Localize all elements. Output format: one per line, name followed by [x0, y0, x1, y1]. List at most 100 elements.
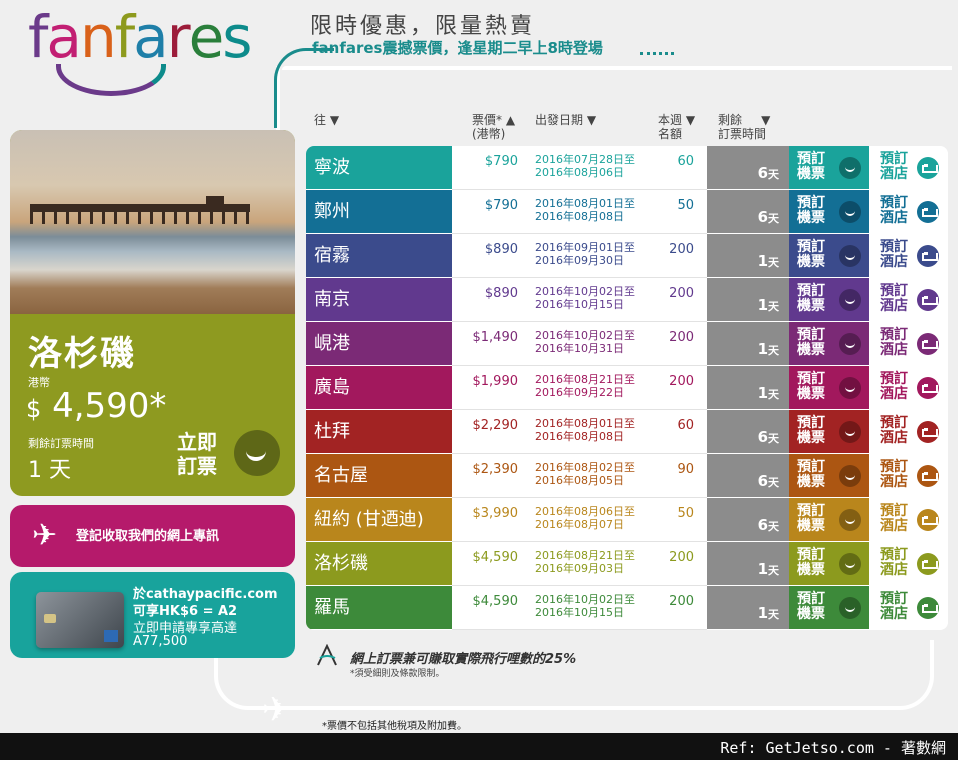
destination-link[interactable]: 洛杉磯	[306, 542, 452, 585]
remaining-time: 1天	[707, 542, 789, 585]
book-flight-button[interactable]: 預訂機票	[789, 498, 869, 541]
remaining-value: 1	[757, 340, 768, 358]
book-flight-button[interactable]: 預訂機票	[789, 366, 869, 409]
sort-price[interactable]: 票價* ▲ (港幣)	[472, 113, 515, 141]
featured-deal-panel: 洛杉磯 港幣 $ 4,590* 剩餘訂票時間 1 天 立即訂票	[10, 130, 295, 496]
fare-row: 洛杉磯 $4,590 2016年08月21日至 2016年09月03日 200 1天 預訂機…	[306, 542, 948, 586]
destination-link[interactable]: 寧波	[306, 146, 452, 189]
book-hotel-label: 預訂酒店	[880, 547, 908, 578]
fares-table: 寧波 $790 2016年07月28日至 2016年08月06日 60 6天 預訂機票 預訂酒…	[306, 146, 948, 630]
book-hotel-button[interactable]: 預訂酒店	[869, 454, 948, 497]
sort-remaining[interactable]: 剩餘 ▼ 訂票時間	[718, 113, 770, 141]
date-start: 2016年08月01日至	[535, 197, 635, 210]
book-hotel-button[interactable]: 預訂酒店	[869, 498, 948, 541]
featured-city: 洛杉磯	[28, 334, 136, 374]
book-hotel-label: 預訂酒店	[880, 239, 908, 270]
destination-link[interactable]: 杜拜	[306, 410, 452, 453]
book-hotel-label: 預訂酒店	[880, 591, 908, 622]
smile-icon	[839, 333, 861, 355]
bed-icon	[917, 421, 939, 443]
date-end: 2016年09月30日	[535, 254, 624, 267]
book-flight-button[interactable]: 預訂機票	[789, 454, 869, 497]
book-flight-button[interactable]: 預訂機票	[789, 190, 869, 233]
date-end: 2016年09月03日	[535, 562, 624, 575]
remaining-value: 6	[757, 208, 768, 226]
fare-row: 寧波 $790 2016年07月28日至 2016年08月06日 60 6天 預訂機票 預訂酒…	[306, 146, 948, 190]
remaining-time: 6天	[707, 454, 789, 497]
book-hotel-button[interactable]: 預訂酒店	[869, 366, 948, 409]
fare-price: $790	[484, 154, 518, 169]
bed-icon	[917, 509, 939, 531]
book-hotel-button[interactable]: 預訂酒店	[869, 586, 948, 629]
fare-price: $3,990	[472, 506, 519, 521]
fare-row: 紐約 (甘迺迪) $3,990 2016年08月06日至 2016年08月07日 50 6…	[306, 498, 948, 542]
destination-link[interactable]: 廣島	[306, 366, 452, 409]
sort-dates[interactable]: 出發日期 ▼	[535, 113, 596, 127]
fare-price: $790	[484, 198, 518, 213]
remaining-time: 1天	[707, 586, 789, 629]
book-hotel-label: 預訂酒店	[880, 195, 908, 226]
destination-link[interactable]: 宿霧	[306, 234, 452, 277]
logo-letter: e	[188, 3, 225, 71]
smile-icon[interactable]	[234, 430, 280, 476]
book-hotel-button[interactable]: 預訂酒店	[869, 190, 948, 233]
date-end: 2016年10月31日	[535, 342, 624, 355]
book-flight-button[interactable]: 預訂機票	[789, 234, 869, 277]
frame-line	[282, 66, 952, 70]
book-hotel-button[interactable]: 預訂酒店	[869, 234, 948, 277]
fare-row: 鄭州 $790 2016年08月01日至 2016年08月08日 50 6天 預訂機票 預訂酒…	[306, 190, 948, 234]
fare-row: 羅馬 $4,590 2016年10月02日至 2016年10月15日 200 1天 預訂機票…	[306, 586, 948, 630]
remaining-days: 1天	[758, 340, 779, 358]
bed-icon	[917, 465, 939, 487]
destination-link[interactable]: 南京	[306, 278, 452, 321]
book-hotel-button[interactable]: 預訂酒店	[869, 322, 948, 365]
book-hotel-label: 預訂酒店	[880, 371, 908, 402]
book-flight-button[interactable]: 預訂機票	[789, 410, 869, 453]
book-hotel-button[interactable]: 預訂酒店	[869, 410, 948, 453]
book-flight-button[interactable]: 預訂機票	[789, 146, 869, 189]
header-sublabel: (港幣)	[472, 127, 506, 141]
book-flight-label: 預訂機票	[797, 151, 825, 182]
row-divider	[452, 629, 707, 630]
remaining-time: 6天	[707, 498, 789, 541]
travel-dates: 2016年08月02日至 2016年08月05日	[535, 461, 635, 487]
date-start: 2016年10月02日至	[535, 593, 635, 606]
credit-card-promo[interactable]: 於cathaypacific.com 可享HK$6 = A2 立即申請專享高達 …	[10, 572, 295, 658]
book-now-button[interactable]: 立即訂票	[177, 430, 225, 478]
remaining-value: 1	[757, 560, 768, 578]
book-hotel-button[interactable]: 預訂酒店	[869, 146, 948, 189]
book-flight-button[interactable]: 預訂機票	[789, 322, 869, 365]
travel-dates: 2016年08月21日至 2016年09月03日	[535, 549, 635, 575]
remaining-days: 1天	[758, 560, 779, 578]
sort-destination[interactable]: 往 ▼	[314, 113, 339, 127]
day-unit: 天	[768, 520, 779, 533]
fare-price: $1,490	[472, 330, 519, 345]
book-hotel-button[interactable]: 預訂酒店	[869, 278, 948, 321]
book-flight-button[interactable]: 預訂機票	[789, 542, 869, 585]
book-flight-label: 預訂機票	[797, 195, 825, 226]
book-flight-button[interactable]: 預訂機票	[789, 278, 869, 321]
smile-icon	[839, 201, 861, 223]
remaining-value: 6	[757, 428, 768, 446]
newsletter-signup-button[interactable]: ✈ 登記收取我們的網上專訊	[10, 505, 295, 567]
remaining-days: 6天	[758, 516, 779, 534]
fanfares-logo[interactable]: fanfares	[28, 3, 252, 71]
destination-link[interactable]: 羅馬	[306, 586, 452, 629]
header-sublabel: 名額	[658, 127, 683, 141]
price-symbol: $	[26, 395, 42, 423]
book-hotel-button[interactable]: 預訂酒店	[869, 542, 948, 585]
logo-smile	[56, 64, 166, 96]
date-end: 2016年08月05日	[535, 474, 624, 487]
destination-link[interactable]: 名古屋	[306, 454, 452, 497]
weekly-quota: 200	[669, 286, 694, 301]
remaining-value: 1	[757, 252, 768, 270]
destination-link[interactable]: 鄭州	[306, 190, 452, 233]
sort-quota[interactable]: 本週 ▼ 名額	[658, 113, 695, 141]
destination-link[interactable]: 峴港	[306, 322, 452, 365]
day-unit: 天	[768, 300, 779, 313]
weekly-quota: 200	[669, 242, 694, 257]
logo-letter: n	[79, 3, 117, 71]
book-flight-button[interactable]: 預訂機票	[789, 586, 869, 629]
smile-icon	[839, 509, 861, 531]
destination-link[interactable]: 紐約 (甘迺迪)	[306, 498, 452, 541]
